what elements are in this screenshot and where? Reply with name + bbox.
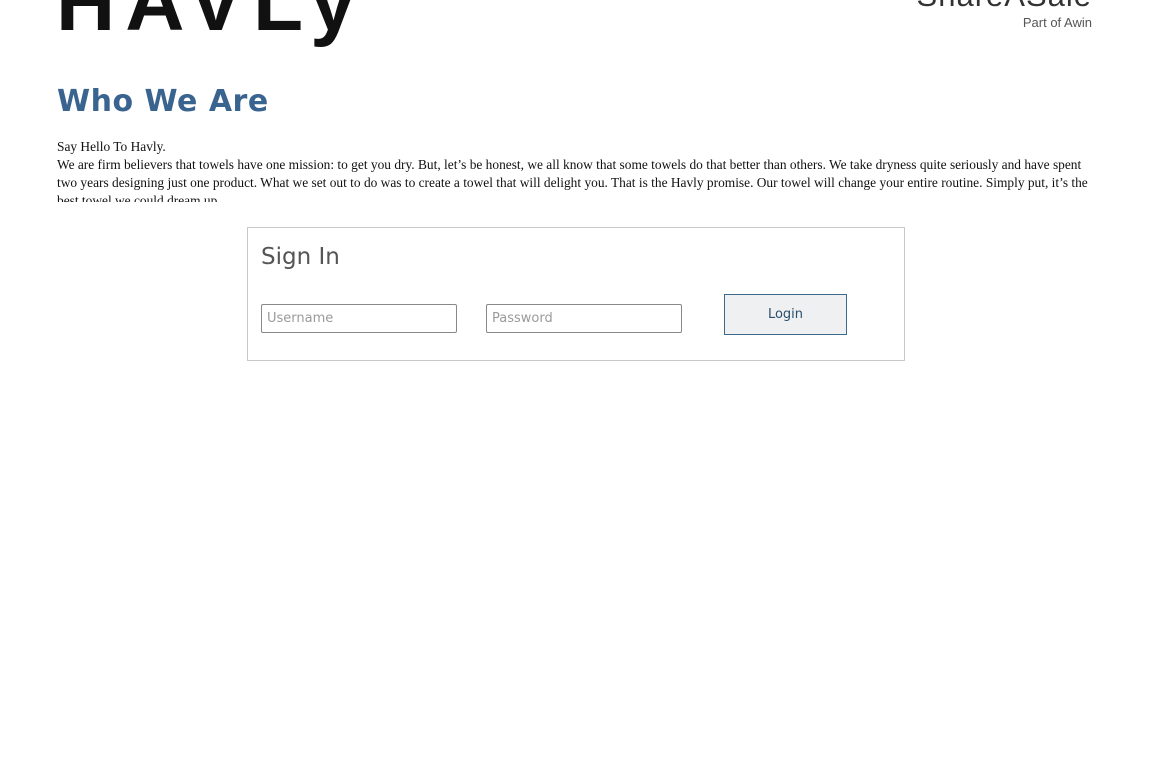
login-button[interactable]: Login [724,294,847,335]
shareasale-brand: ShareASale Part of Awin [917,0,1092,30]
shareasale-logo: ShareASale [917,0,1092,11]
sign-in-title: Sign In [261,244,340,270]
username-input[interactable] [261,304,457,333]
intro-text: Say Hello To Havly. We are firm believer… [57,138,1097,202]
sign-in-panel: Sign In Login [247,227,905,361]
intro-body: We are firm believers that towels have o… [57,157,1088,202]
intro-heading: Say Hello To Havly. [57,139,166,154]
page-title: Who We Are [57,84,269,119]
havly-logo: HAVLy [56,0,366,48]
brand-subtitle: Part of Awin [1022,15,1092,30]
password-input[interactable] [486,304,682,333]
